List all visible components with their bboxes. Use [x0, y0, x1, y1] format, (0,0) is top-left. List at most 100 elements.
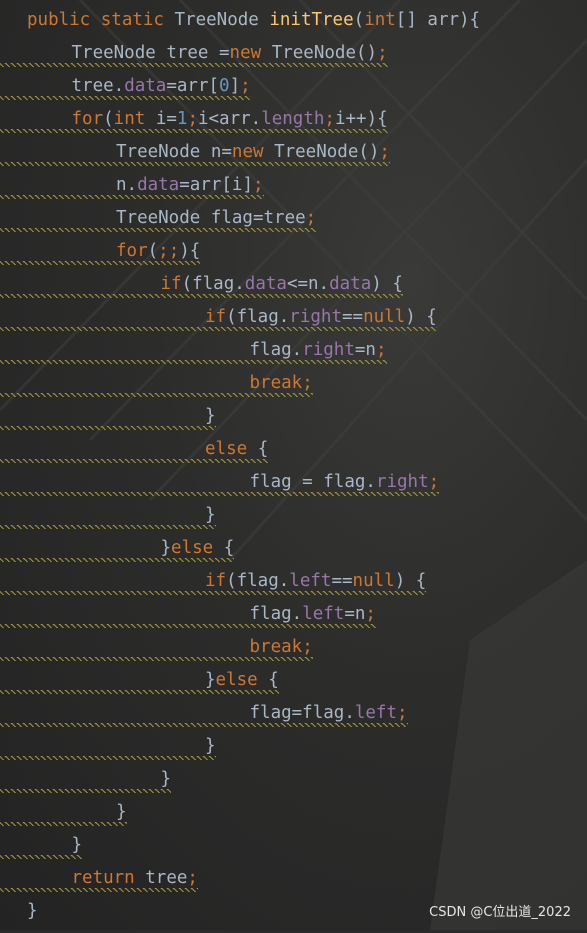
- code-line: }: [0, 834, 587, 867]
- code-token: }: [71, 835, 83, 855]
- code-token: ) {: [394, 571, 427, 591]
- warning-underline: [0, 624, 376, 628]
- code-token: ;: [379, 142, 390, 162]
- warning-underline: [0, 888, 198, 892]
- code-line: }: [0, 768, 587, 801]
- warning-underline: [0, 294, 403, 298]
- code-token: ;: [375, 340, 387, 360]
- code-token: left: [302, 604, 345, 624]
- code-token: TreeNode(): [274, 142, 380, 162]
- code-token: int: [113, 109, 156, 129]
- code-token: null: [363, 307, 406, 327]
- warning-underline: [0, 723, 408, 727]
- warning-underline: [0, 96, 251, 100]
- code-line: else {: [0, 438, 587, 471]
- code-token: else: [171, 538, 224, 558]
- code-token: initTree: [269, 10, 354, 30]
- code-token: (: [353, 10, 365, 30]
- code-token: ) {: [371, 274, 403, 294]
- warning-underline: [0, 195, 264, 199]
- code-token: new: [231, 142, 275, 162]
- code-token: right: [302, 340, 355, 360]
- code-token: flag = flag.: [249, 472, 376, 492]
- code-token: else: [205, 439, 258, 459]
- code-token: TreeNode tree =: [71, 43, 230, 63]
- code-line: }: [0, 801, 587, 834]
- warning-underline: [0, 261, 201, 265]
- code-line: for(int i=1;i<arr.length;i++){: [0, 108, 587, 141]
- code-token: ==: [341, 307, 364, 327]
- warning-underline: [0, 228, 317, 232]
- warning-underline: [0, 426, 216, 430]
- code-token: else: [215, 670, 269, 690]
- code-token: i++){: [334, 109, 388, 129]
- code-token: for: [116, 241, 148, 261]
- code-line: tree.data=arr[0];: [0, 75, 587, 108]
- code-token: new: [229, 43, 272, 63]
- code-token: flag=flag.: [249, 703, 355, 723]
- code-token: TreeNode(): [271, 43, 378, 63]
- code-token: ;: [302, 637, 313, 657]
- code-token: tree: [145, 868, 188, 888]
- code-token: 0: [219, 76, 230, 96]
- code-token: if: [205, 307, 227, 327]
- warning-underline: [0, 327, 437, 331]
- code-line: }: [0, 504, 587, 537]
- warning-underline: [0, 459, 269, 463]
- code-line: flag.left=n;: [0, 603, 587, 636]
- code-token: right: [375, 472, 429, 492]
- code-line: if(flag.left==null) {: [0, 570, 587, 603]
- code-line: }: [0, 735, 587, 768]
- code-line: TreeNode flag=tree;: [0, 207, 587, 240]
- code-token: ){: [179, 241, 201, 261]
- code-token: i=: [155, 109, 177, 129]
- code-line: }else {: [0, 537, 587, 570]
- code-token: TreeNode: [174, 10, 270, 30]
- warning-underline: [0, 822, 127, 826]
- code-token: ;: [397, 703, 408, 723]
- code-token: null: [352, 571, 395, 591]
- code-token: ]: [229, 76, 241, 96]
- warning-underline: [0, 657, 313, 661]
- code-token: ;: [187, 109, 198, 129]
- code-token: ;: [305, 208, 317, 228]
- warning-underline: [0, 525, 216, 529]
- code-line: flag = flag.right;: [0, 471, 587, 504]
- code-token: data: [329, 274, 372, 294]
- code-token: ;: [428, 472, 440, 492]
- code-token: public static: [27, 10, 175, 30]
- code-token: =arr[: [166, 76, 220, 96]
- code-token: ;: [365, 604, 376, 624]
- code-token: return: [71, 868, 146, 888]
- code-token: {: [268, 670, 279, 690]
- warning-underline: [0, 855, 83, 859]
- code-token: data: [124, 76, 167, 96]
- code-token: TreeNode n=: [116, 142, 232, 162]
- code-token: [] arr){: [395, 10, 481, 30]
- code-line: public static TreeNode initTree(int[] ar…: [0, 9, 587, 42]
- code-token: left: [289, 571, 332, 591]
- code-token: }: [205, 406, 216, 426]
- code-token: ;: [187, 868, 198, 888]
- code-token: ;;: [158, 241, 180, 261]
- code-token: flag.: [249, 340, 303, 360]
- code-token: 1: [176, 109, 188, 129]
- code-token: }: [160, 538, 172, 558]
- code-token: <=n.: [286, 274, 330, 294]
- code-token: break: [249, 637, 303, 657]
- code-token: }: [205, 736, 216, 756]
- warning-underline: [0, 756, 216, 760]
- code-line: return tree;: [0, 867, 587, 900]
- code-token: }: [160, 769, 172, 789]
- code-line: if(flag.data<=n.data) {: [0, 273, 587, 306]
- code-token: (: [147, 241, 159, 261]
- code-token: ;: [302, 373, 313, 393]
- code-line: for(;;){: [0, 240, 587, 273]
- code-token: (flag.: [226, 571, 290, 591]
- code-token: left: [354, 703, 398, 723]
- warning-underline: [0, 360, 387, 364]
- code-line: }else {: [0, 669, 587, 702]
- code-token: ) {: [405, 307, 437, 327]
- code-token: int: [364, 10, 396, 30]
- warning-underline: [0, 558, 235, 562]
